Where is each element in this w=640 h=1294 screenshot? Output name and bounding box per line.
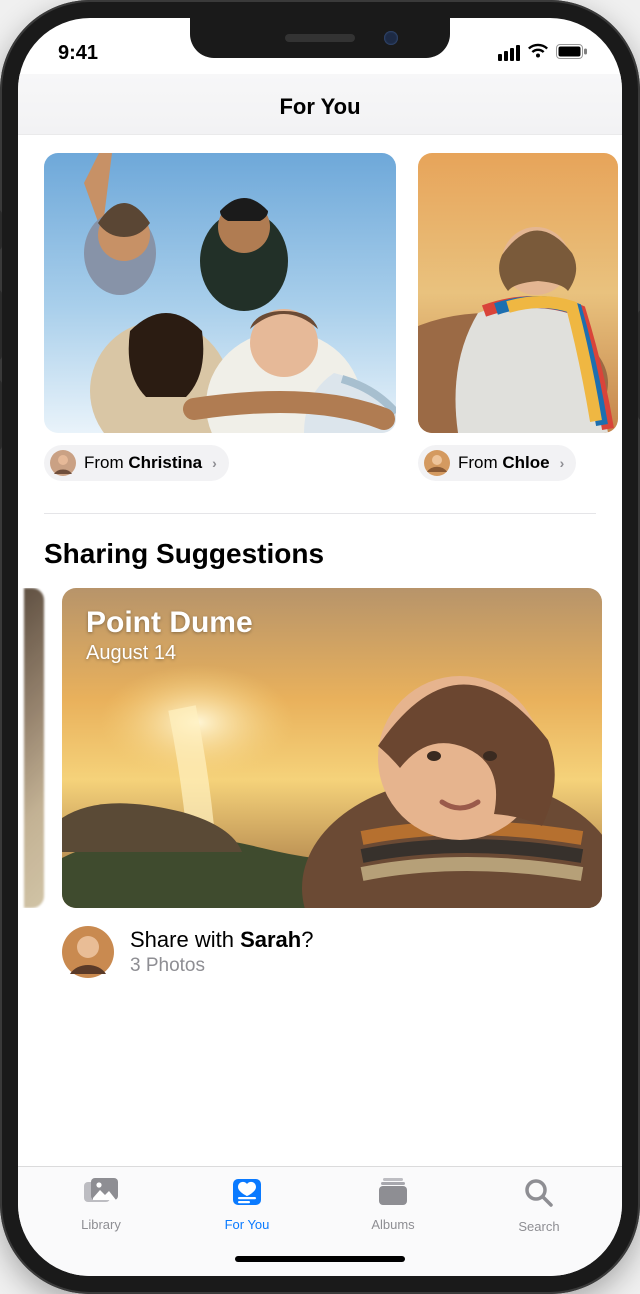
from-label: From Chloe — [458, 453, 550, 473]
page-title: For You — [18, 94, 622, 120]
library-icon — [83, 1177, 119, 1212]
chevron-right-icon: › — [560, 455, 565, 471]
share-prompt[interactable]: Share with Sarah? 3 Photos — [18, 908, 622, 998]
notch — [190, 18, 450, 58]
avatar-icon — [62, 926, 114, 978]
section-heading: Sharing Suggestions — [18, 538, 622, 588]
volume-up-button — [0, 290, 2, 360]
suggestion-overlay: Point Dume August 14 — [86, 606, 253, 665]
from-pill[interactable]: From Chloe › — [418, 445, 576, 481]
tab-label: For You — [225, 1217, 270, 1232]
suggestion-card[interactable]: Point Dume August 14 — [62, 588, 602, 908]
nav-bar: For You — [18, 74, 622, 135]
shared-with-you-strip[interactable]: From Christina › — [18, 153, 622, 481]
tab-albums[interactable]: Albums — [333, 1177, 453, 1232]
tab-label: Albums — [371, 1217, 414, 1232]
share-text: Share with Sarah? 3 Photos — [130, 927, 313, 977]
for-you-content[interactable]: From Christina › — [18, 135, 622, 1166]
screen: 9:41 For You — [18, 18, 622, 1276]
front-camera — [384, 31, 398, 45]
tab-label: Library — [81, 1217, 121, 1232]
from-label: From Christina — [84, 453, 202, 473]
share-meta: 3 Photos — [130, 955, 313, 977]
speaker — [285, 34, 355, 42]
volume-down-button — [0, 380, 2, 450]
from-pill[interactable]: From Christina › — [44, 445, 229, 481]
albums-icon — [376, 1177, 410, 1212]
divider — [44, 513, 596, 514]
shared-photo[interactable] — [418, 153, 618, 433]
wifi-icon — [527, 42, 549, 65]
search-icon — [523, 1177, 555, 1214]
shared-card[interactable]: From Chloe › — [418, 153, 618, 481]
status-icons — [498, 42, 588, 65]
tab-label: Search — [518, 1219, 559, 1234]
tab-search[interactable]: Search — [479, 1177, 599, 1234]
tab-library[interactable]: Library — [41, 1177, 161, 1232]
avatar-icon — [424, 450, 450, 476]
shared-card[interactable]: From Christina › — [44, 153, 396, 481]
sharing-suggestions-strip[interactable]: Point Dume August 14 — [18, 588, 622, 908]
tab-bar: Library For You Albums Search — [18, 1166, 622, 1242]
battery-icon — [556, 42, 588, 65]
suggestion-title: Point Dume — [86, 606, 253, 640]
cellular-icon — [498, 45, 520, 61]
chevron-right-icon: › — [212, 455, 217, 471]
avatar-icon — [50, 450, 76, 476]
shared-photo[interactable] — [44, 153, 396, 433]
suggestion-peek[interactable] — [24, 588, 44, 908]
mute-switch — [0, 210, 2, 250]
home-indicator[interactable] — [18, 1242, 622, 1276]
suggestion-subtitle: August 14 — [86, 642, 253, 665]
for-you-icon — [230, 1177, 264, 1212]
status-time: 9:41 — [58, 42, 98, 65]
tab-for-you[interactable]: For You — [187, 1177, 307, 1232]
share-question: Share with Sarah? — [130, 927, 313, 953]
iphone-frame: 9:41 For You — [0, 0, 640, 1294]
